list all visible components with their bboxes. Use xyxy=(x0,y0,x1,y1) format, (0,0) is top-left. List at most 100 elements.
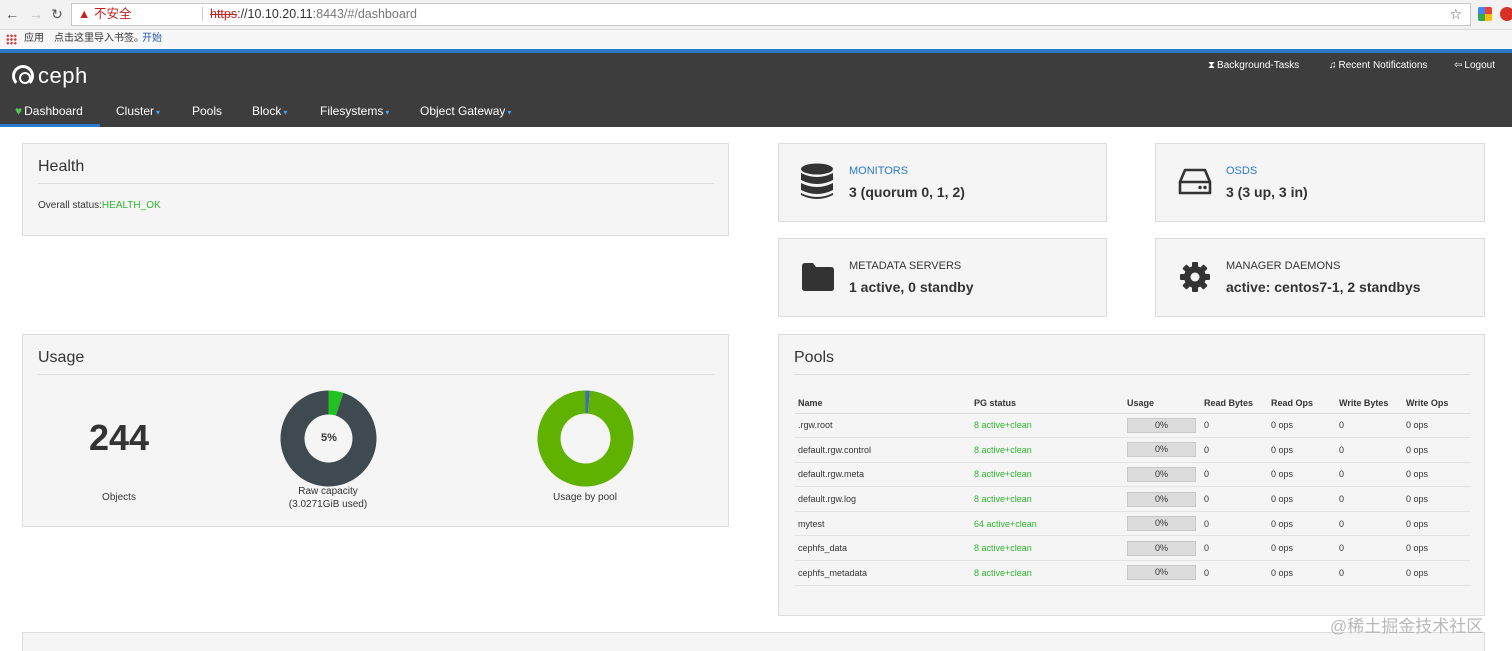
dashboard-content: Health Overall status:HEALTH_OK MONITORS… xyxy=(0,127,1512,651)
read-bytes: 0 xyxy=(1201,462,1268,488)
usage-progress-bar: 0% xyxy=(1127,540,1196,556)
pools-title: Pools xyxy=(794,349,835,366)
bookmark-apps[interactable]: 应用 xyxy=(24,30,44,48)
usage-progress-bar: 0% xyxy=(1127,417,1196,433)
column-header[interactable]: Usage xyxy=(1124,393,1201,414)
pg-status: 8 active+clean xyxy=(971,486,1124,512)
mgr-label: MANAGER DAEMONS xyxy=(1226,260,1341,272)
extension-icon-2[interactable] xyxy=(1500,7,1512,21)
objects-count: 244 xyxy=(88,417,150,458)
tab-filesystems[interactable]: Filesystems ▾ xyxy=(320,102,389,127)
bookmark-start[interactable]: 开始 xyxy=(142,30,162,48)
pool-name: cephfs_data xyxy=(795,535,971,562)
ceph-logo-icon xyxy=(12,65,34,87)
read-bytes: 0 xyxy=(1201,511,1268,537)
table-row: default.rgw.log 8 active+clean 0% 0 0 op… xyxy=(795,486,1471,512)
pool-name: cephfs_metadata xyxy=(795,560,971,586)
objects-label: Objects xyxy=(102,492,136,503)
chevron-down-icon: ▾ xyxy=(283,108,288,117)
extension-icon[interactable] xyxy=(1478,7,1492,21)
read-bytes: 0 xyxy=(1201,486,1268,512)
background-tasks-link[interactable]: ⧗ Background-Tasks xyxy=(1208,60,1299,71)
read-bytes: 0 xyxy=(1201,560,1268,586)
column-header[interactable]: Read Ops xyxy=(1268,393,1336,414)
hard-drive-icon xyxy=(1178,168,1212,195)
pools-table: Name PG status Usage Read Bytes Read Ops… xyxy=(795,393,1471,586)
bookmark-star-icon[interactable]: ☆ xyxy=(1449,4,1462,25)
chevron-down-icon: ▾ xyxy=(507,108,512,117)
metadata-servers-card: METADATA SERVERS 1 active, 0 standby xyxy=(778,238,1107,317)
write-bytes: 0 xyxy=(1336,560,1403,586)
mds-label: METADATA SERVERS xyxy=(849,260,962,272)
osds-value: 3 (3 up, 3 in) xyxy=(1226,184,1308,200)
divider xyxy=(794,374,1470,375)
recent-notifications-link[interactable]: ♫ Recent Notifications xyxy=(1329,60,1427,71)
column-header[interactable]: Write Ops xyxy=(1403,393,1471,414)
pool-usage: 0% xyxy=(1124,535,1201,562)
app-header: ceph ⧗ Background-Tasks ♫ Recent Notificat… xyxy=(0,53,1512,127)
status-badge: HEALTH_OK xyxy=(101,200,161,211)
table-row: .rgw.root 8 active+clean 0% 0 0 ops 0 0 … xyxy=(795,413,1471,439)
pool-usage: 0% xyxy=(1124,437,1201,463)
apps-grid-icon[interactable] xyxy=(6,34,17,45)
write-ops: 0 ops xyxy=(1403,535,1471,562)
monitors-link[interactable]: MONITORS xyxy=(849,165,908,177)
pg-status: 8 active+clean xyxy=(971,560,1124,586)
tab-dashboard[interactable]: ♥ Dashboard xyxy=(0,102,100,127)
column-header[interactable]: Read Bytes xyxy=(1201,393,1268,414)
chevron-down-icon: ▾ xyxy=(385,108,390,117)
column-header[interactable]: PG status xyxy=(971,393,1124,414)
pool-slice-main xyxy=(537,390,634,487)
table-row: mytest 64 active+clean 0% 0 0 ops 0 0 op… xyxy=(795,511,1471,537)
bookmarks-bar: 应用 点击这里导入书签。 开始 xyxy=(0,30,1512,49)
tab-pools[interactable]: Pools xyxy=(192,102,222,127)
osds-link[interactable]: OSDS xyxy=(1226,165,1257,177)
read-ops: 0 ops xyxy=(1268,535,1336,562)
table-row: default.rgw.meta 8 active+clean 0% 0 0 o… xyxy=(795,462,1471,488)
write-bytes: 0 xyxy=(1336,437,1403,463)
address-separator xyxy=(202,7,203,21)
pg-status: 8 active+clean xyxy=(971,535,1124,562)
divider xyxy=(38,183,714,184)
address-bar[interactable]: ▲ 不安全 https://10.10.20.11:8443/#/dashboa… xyxy=(71,3,1471,26)
logout-link[interactable]: ⇦ Logout xyxy=(1454,60,1495,71)
write-ops: 0 ops xyxy=(1403,560,1471,586)
chevron-down-icon: ▾ xyxy=(156,108,161,117)
watermark: @稀土掘金技术社区 xyxy=(1330,617,1484,636)
read-ops: 0 ops xyxy=(1268,511,1336,537)
table-row: default.rgw.control 8 active+clean 0% 0 … xyxy=(795,437,1471,463)
write-ops: 0 ops xyxy=(1403,462,1471,488)
osds-card: OSDS 3 (3 up, 3 in) xyxy=(1155,143,1485,222)
usage-progress-bar: 0% xyxy=(1127,442,1196,458)
table-header-row: Name PG status Usage Read Bytes Read Ops… xyxy=(795,393,1471,414)
back-icon[interactable]: ← xyxy=(4,6,20,22)
usage-card: Usage 244 Objects 5% Raw capacity (3.0271… xyxy=(22,334,729,527)
write-bytes: 0 xyxy=(1336,462,1403,488)
write-bytes: 0 xyxy=(1336,486,1403,512)
pg-status: 64 active+clean xyxy=(971,511,1124,537)
url-text: https://10.10.20.11:8443/#/dashboard xyxy=(210,7,417,21)
pool-name: default.rgw.meta xyxy=(795,462,971,488)
health-card: Health Overall status:HEALTH_OK xyxy=(22,143,729,236)
bookmark-import[interactable]: 点击这里导入书签。 xyxy=(54,30,144,48)
reload-icon[interactable]: ↻ xyxy=(49,6,65,22)
tab-object-gateway[interactable]: Object Gateway ▾ xyxy=(420,102,511,127)
usage-progress-bar: 0% xyxy=(1127,466,1196,482)
usage-progress-bar: 0% xyxy=(1127,516,1196,532)
hourglass-icon: ⧗ xyxy=(1208,60,1216,71)
ceph-logo[interactable]: ceph xyxy=(12,63,88,89)
mds-value: 1 active, 0 standby xyxy=(849,279,974,295)
read-ops: 0 ops xyxy=(1268,437,1336,463)
column-header[interactable]: Write Bytes xyxy=(1336,393,1403,414)
forward-icon[interactable]: → xyxy=(28,6,44,22)
tab-cluster[interactable]: Cluster ▾ xyxy=(116,102,160,127)
pg-status: 8 active+clean xyxy=(971,437,1124,463)
gear-icon xyxy=(1180,262,1210,292)
column-header[interactable]: Name xyxy=(795,393,971,414)
pool-name: mytest xyxy=(795,511,971,537)
tab-block[interactable]: Block ▾ xyxy=(252,102,287,127)
manager-daemons-card: MANAGER DAEMONS active: centos7-1, 2 sta… xyxy=(1155,238,1485,317)
write-ops: 0 ops xyxy=(1403,413,1471,439)
read-ops: 0 ops xyxy=(1268,486,1336,512)
warning-icon: ▲ xyxy=(78,7,91,21)
